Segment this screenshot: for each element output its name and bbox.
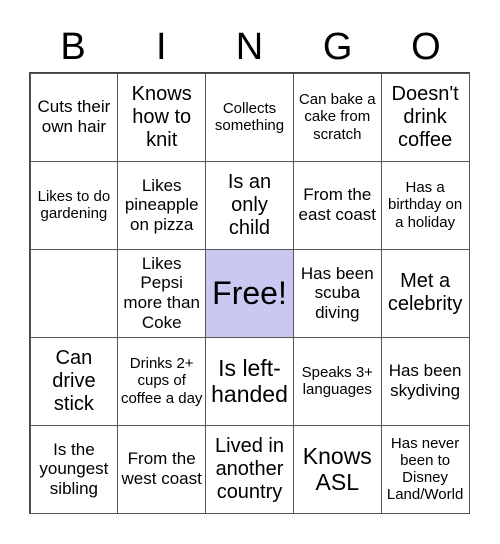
free-space-cell[interactable]: Free! (205, 248, 294, 338)
bingo-cell[interactable]: Speaks 3+ languages (292, 336, 382, 426)
header-letter-b: B (60, 26, 86, 68)
bingo-cell[interactable] (29, 248, 119, 338)
bingo-grid: Cuts their own hair Knows how to knit Co… (29, 72, 470, 514)
bingo-cell[interactable]: Cuts their own hair (29, 72, 119, 162)
bingo-cell[interactable]: Met a celebrity (380, 248, 470, 338)
header-letter-i: I (156, 26, 167, 68)
bingo-cell[interactable]: Can bake a cake from scratch (292, 72, 382, 162)
bingo-cell[interactable]: Collects something (205, 72, 294, 162)
bingo-cell[interactable]: Drinks 2+ cups of coffee a day (117, 336, 207, 426)
bingo-cell[interactable]: Is the youngest sibling (29, 424, 119, 514)
bingo-cell[interactable]: Has a birthday on a holiday (380, 160, 470, 250)
bingo-cell[interactable]: Doesn't drink coffee (380, 72, 470, 162)
bingo-cell[interactable]: Likes pineapple on pizza (117, 160, 207, 250)
bingo-cell[interactable]: Is left-handed (205, 336, 294, 426)
bingo-cell[interactable]: Has never been to Disney Land/World (380, 424, 470, 514)
header-letter-o: O (411, 26, 441, 68)
bingo-cell[interactable]: Knows how to knit (117, 72, 207, 162)
header-letter-g: G (322, 26, 353, 68)
bingo-cell[interactable]: Lived in another country (205, 424, 294, 514)
bingo-cell[interactable]: From the east coast (292, 160, 382, 250)
bingo-cell[interactable]: Knows ASL (292, 424, 382, 514)
bingo-header: B I N G O (29, 24, 470, 70)
bingo-cell[interactable]: Has been skydiving (380, 336, 470, 426)
bingo-cell[interactable]: Is an only child (205, 160, 294, 250)
bingo-cell[interactable]: Can drive stick (29, 336, 119, 426)
bingo-cell[interactable]: Likes to do gardening (29, 160, 119, 250)
bingo-cell[interactable]: From the west coast (117, 424, 207, 514)
bingo-cell[interactable]: Has been scuba diving (292, 248, 382, 338)
header-letter-n: N (235, 26, 264, 68)
bingo-cell[interactable]: Likes Pepsi more than Coke (117, 248, 207, 338)
